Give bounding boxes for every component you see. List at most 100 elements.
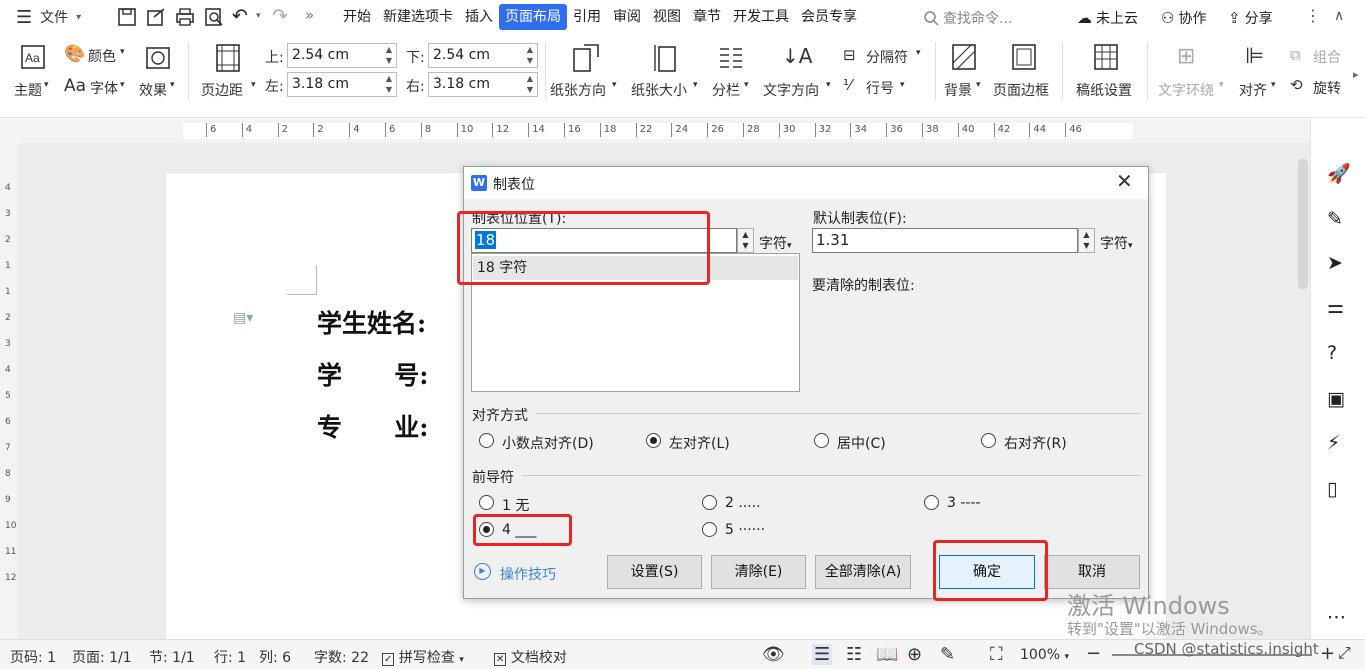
vertical-ruler-mark: 1	[5, 261, 11, 271]
tab-chapter[interactable]: 章节	[687, 4, 727, 30]
page-view-icon[interactable]: ☰	[812, 644, 833, 665]
tab-new[interactable]: 新建选项卡	[377, 4, 459, 30]
ruler-mark: 34	[850, 123, 867, 137]
book-icon[interactable]: ▯	[1327, 478, 1349, 500]
proofread-button[interactable]: ✕ 文档校对	[494, 647, 567, 667]
close-icon[interactable]: ✕	[1116, 169, 1133, 193]
radio-leader-1[interactable]	[479, 495, 494, 510]
more-options-icon[interactable]: ⋮	[1305, 6, 1321, 25]
horizontal-ruler[interactable]: 6 4 2 2 4 6 8 10 12 14 16 18 22 24 26 28 30 32 34 36 38 40 42 4…	[0, 119, 1310, 143]
spin-up-icon[interactable]: ▲	[738, 229, 753, 240]
activation-watermark-subtitle: 转到"设置"以激活 Windows。	[1067, 620, 1273, 638]
spinner-icon[interactable]: ▲ ▼	[523, 44, 537, 67]
doc-line-student-id[interactable]: 学 号:	[317, 356, 428, 392]
radio-left[interactable]	[646, 433, 661, 448]
cursor-icon[interactable]: ➤	[1327, 252, 1349, 274]
zoom-in-icon[interactable]: +	[1320, 643, 1335, 664]
print-icon[interactable]	[175, 7, 195, 27]
print-preview-icon[interactable]	[204, 7, 224, 27]
rocket-icon[interactable]: 🚀	[1327, 162, 1351, 185]
web-view-icon[interactable]: ⊕	[907, 644, 922, 665]
undo-icon[interactable]: ↶	[232, 5, 248, 27]
more-dots-icon[interactable]: ⋯	[1327, 606, 1349, 628]
more-icon[interactable]: »	[305, 6, 314, 24]
spinner-icon[interactable]: ▲ ▼	[382, 44, 396, 67]
tab-references[interactable]: 引用	[567, 4, 607, 30]
fullscreen-icon[interactable]: ⤢	[1338, 643, 1351, 663]
left-margin-input[interactable]: 3.18 cm ▲ ▼	[287, 72, 397, 97]
zoom-out-icon[interactable]: −	[1086, 643, 1101, 664]
default-unit-dropdown[interactable]: 字符▾	[1100, 233, 1133, 253]
sidebar-scrollbar[interactable]	[1298, 159, 1308, 289]
top-margin-input[interactable]: 2.54 cm ▲ ▼	[287, 43, 397, 68]
command-search[interactable]: 查找命令...	[923, 8, 1012, 28]
share-button[interactable]: ⇪ 分享	[1228, 8, 1273, 28]
tab-position-spinner[interactable]: ▲ ▼	[737, 228, 754, 253]
adjust-icon[interactable]: ⚌	[1327, 296, 1349, 318]
cloud-status[interactable]: ☁ 未上云	[1077, 8, 1138, 28]
ruler-mark: 16	[564, 123, 581, 137]
tab-view[interactable]: 视图	[647, 4, 687, 30]
tab-unit-dropdown[interactable]: 字符▾	[759, 233, 792, 253]
save-icon[interactable]	[117, 7, 137, 27]
ribbon-divider	[1147, 42, 1148, 100]
tab-page-layout[interactable]: 页面布局	[499, 4, 567, 30]
radio-right[interactable]	[981, 433, 996, 448]
redo-icon[interactable]: ↷	[272, 5, 288, 27]
doc-line-student-name[interactable]: 学生姓名:	[317, 304, 426, 340]
tab-insert[interactable]: 插入	[459, 4, 499, 30]
radio-leader-3[interactable]	[924, 495, 939, 510]
right-margin-input[interactable]: 3.18 cm ▲ ▼	[428, 72, 538, 97]
status-section[interactable]: 节: 1/1	[149, 647, 195, 667]
tab-home[interactable]: 开始	[337, 4, 377, 30]
radio-leader-2[interactable]	[702, 495, 717, 510]
fit-screen-icon[interactable]: ⛶	[990, 644, 1003, 665]
radio-center[interactable]	[814, 433, 829, 448]
doc-line-major[interactable]: 专 业:	[317, 408, 428, 444]
collab-button[interactable]: ⚇ 协作	[1161, 8, 1206, 28]
reading-view-icon[interactable]: 📖	[876, 644, 898, 665]
lightning-icon[interactable]: ⚡	[1327, 432, 1349, 454]
tab-review[interactable]: 审阅	[607, 4, 647, 30]
status-page[interactable]: 页面: 1/1	[72, 647, 132, 667]
dialog-title-bar[interactable]: W 制表位 ✕	[464, 167, 1148, 199]
collapse-ribbon-icon[interactable]: ∧	[1334, 8, 1344, 24]
outline-view-icon[interactable]: ☷	[846, 644, 862, 665]
chevron-down-icon[interactable]: ▾	[256, 11, 261, 21]
status-words[interactable]: 字数: 22	[314, 647, 369, 667]
radio-decimal[interactable]	[479, 433, 494, 448]
vertical-ruler[interactable]: 4 3 2 1 1 2 3 4 5 6 7 8 9 10 11 12	[0, 143, 18, 639]
spin-down-icon[interactable]: ▼	[1079, 240, 1094, 251]
zoom-level[interactable]: 100% ▾	[1020, 647, 1069, 663]
file-menu[interactable]: ☰ 文件 ▾	[0, 0, 86, 34]
export-icon[interactable]	[146, 7, 166, 27]
status-col[interactable]: 列: 6	[259, 647, 291, 667]
write-view-icon[interactable]: ✎	[940, 644, 955, 665]
text-direction-icon: ↓A	[782, 44, 813, 68]
bottom-margin-input[interactable]: 2.54 cm ▲ ▼	[428, 43, 538, 68]
status-row[interactable]: 行: 1	[214, 647, 246, 667]
clear-button[interactable]: 清除(E)	[711, 555, 806, 589]
spinner-icon[interactable]: ▲ ▼	[523, 73, 537, 96]
spinner-icon[interactable]: ▲ ▼	[382, 73, 396, 96]
eye-protection-icon[interactable]: 👁	[762, 644, 785, 665]
clear-all-button[interactable]: 全部清除(A)	[815, 555, 911, 589]
tab-developer[interactable]: 开发工具	[727, 4, 795, 30]
ruler-mark: 32	[814, 123, 831, 137]
spell-check-button[interactable]: ✓ 拼写检查 ▾	[382, 647, 464, 667]
spin-down-icon[interactable]: ▼	[738, 240, 753, 251]
ribbon-scroll-right-icon[interactable]: ▸	[1353, 68, 1359, 81]
radio-leader-5[interactable]	[702, 522, 717, 537]
image-tool-icon[interactable]: ▣	[1327, 388, 1349, 410]
paragraph-options-icon[interactable]: ▤▾	[233, 310, 253, 326]
default-tab-input[interactable]: 1.31	[812, 228, 1078, 253]
alignment-label: 对齐方式	[472, 408, 528, 424]
help-icon[interactable]: ?	[1327, 342, 1349, 364]
cancel-button[interactable]: 取消	[1044, 555, 1140, 589]
pen-icon[interactable]: ✎	[1327, 208, 1349, 230]
default-tab-spinner[interactable]: ▲ ▼	[1078, 228, 1095, 253]
set-button[interactable]: 设置(S)	[607, 555, 702, 589]
spin-up-icon[interactable]: ▲	[1079, 229, 1094, 240]
tab-member[interactable]: 会员专享	[795, 4, 863, 30]
status-page-code[interactable]: 页码: 1	[10, 647, 56, 667]
